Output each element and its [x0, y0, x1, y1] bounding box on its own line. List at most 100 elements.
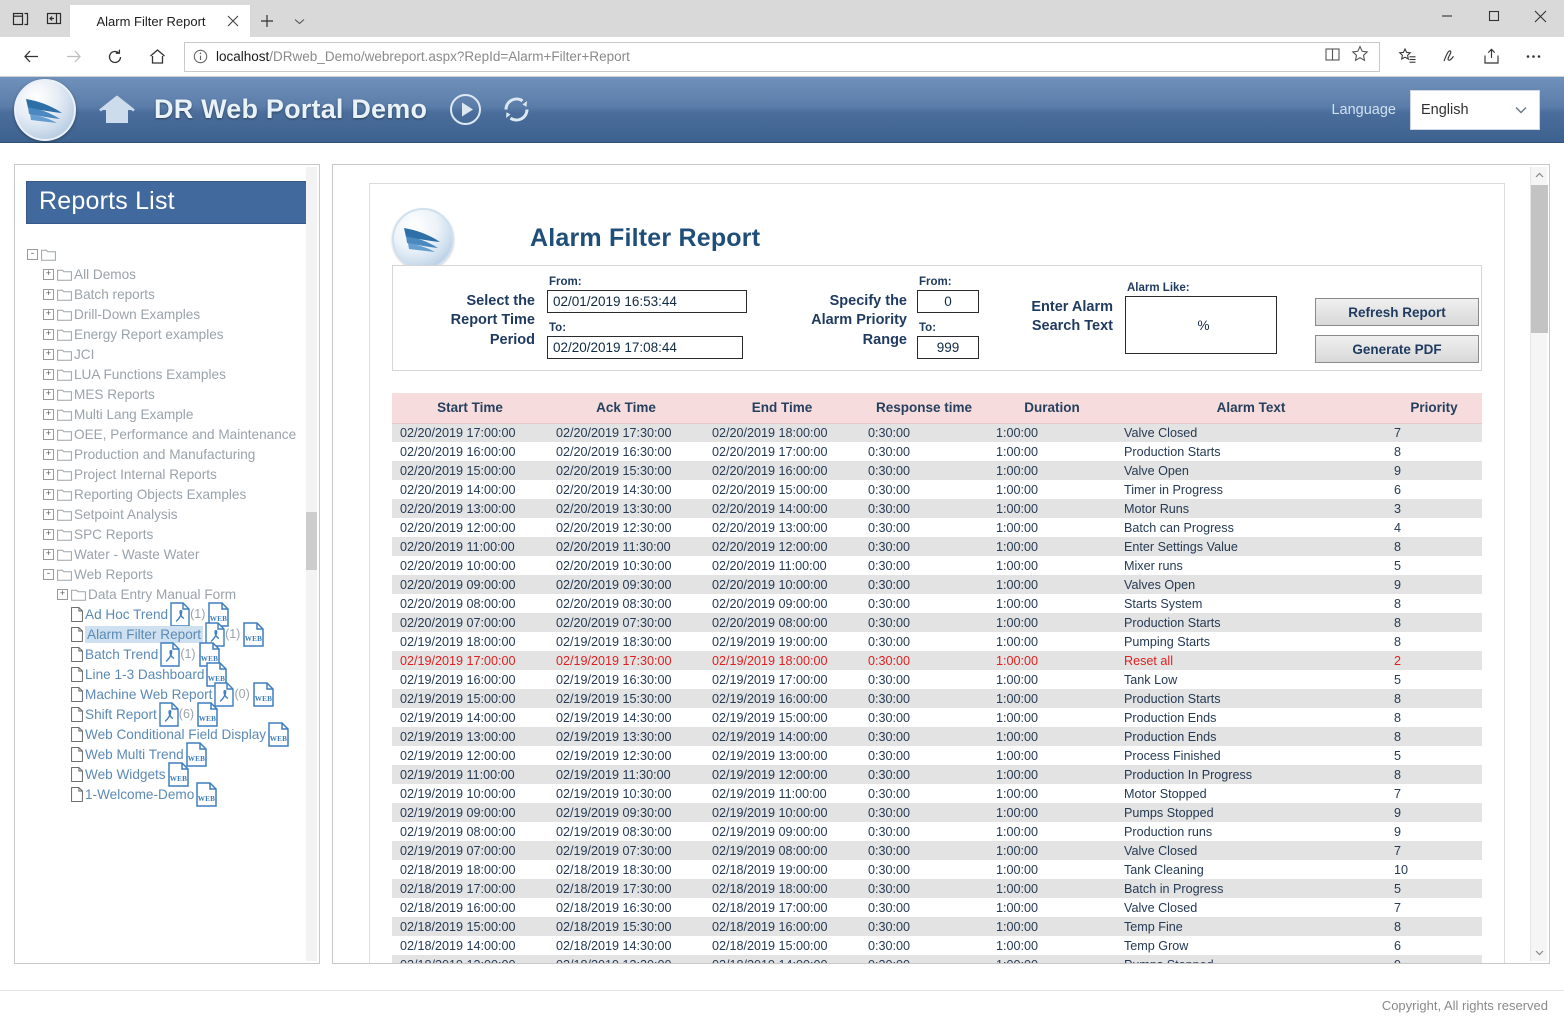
table-row[interactable]: 02/19/2019 14:00:0002/19/2019 14:30:0002…: [392, 708, 1482, 727]
back-arrow-icon[interactable]: [10, 40, 52, 74]
table-row[interactable]: 02/19/2019 13:00:0002/19/2019 13:30:0002…: [392, 727, 1482, 746]
tree-report-node[interactable]: Batch Trend(1)WEB: [27, 644, 319, 664]
table-row[interactable]: 02/20/2019 14:00:0002/20/2019 14:30:0002…: [392, 480, 1482, 499]
expand-icon[interactable]: +: [43, 409, 54, 420]
close-icon[interactable]: [1517, 0, 1564, 32]
tree-folder-node[interactable]: +Drill-Down Examples: [27, 304, 319, 324]
tree-report-node[interactable]: Web WidgetsWEB: [27, 764, 319, 784]
pdf-file-icon[interactable]: [160, 642, 180, 667]
new-tab-button[interactable]: [250, 5, 284, 37]
expand-icon[interactable]: +: [43, 529, 54, 540]
browser-tab[interactable]: Alarm Filter Report: [70, 5, 250, 37]
reports-tree[interactable]: - +All Demos+Batch reports+Drill-Down Exa…: [15, 230, 319, 963]
table-row[interactable]: 02/19/2019 12:00:0002/19/2019 12:30:0002…: [392, 746, 1482, 765]
tree-report-node[interactable]: Ad Hoc Trend(1)WEB: [27, 604, 319, 624]
expand-icon[interactable]: +: [43, 289, 54, 300]
share-icon[interactable]: [1470, 40, 1512, 74]
table-row[interactable]: 02/18/2019 18:00:0002/18/2019 18:30:0002…: [392, 860, 1482, 879]
pdf-file-icon[interactable]: [159, 702, 179, 727]
expand-icon[interactable]: +: [43, 549, 54, 560]
column-header[interactable]: Ack Time: [548, 393, 704, 423]
web-file-icon[interactable]: WEB: [197, 702, 218, 727]
favorites-list-icon[interactable]: [1386, 40, 1428, 74]
priority-from-input[interactable]: 0: [917, 290, 979, 313]
minimize-icon[interactable]: [1423, 0, 1470, 32]
tab-preview-icon[interactable]: [10, 9, 30, 29]
web-file-icon[interactable]: WEB: [168, 762, 189, 787]
table-row[interactable]: 02/20/2019 07:00:0002/20/2019 07:30:0002…: [392, 613, 1482, 632]
tree-folder-node[interactable]: +All Demos: [27, 264, 319, 284]
collapse-icon[interactable]: -: [27, 249, 38, 260]
expand-icon[interactable]: +: [43, 369, 54, 380]
star-icon[interactable]: [1351, 45, 1369, 68]
tree-folder-node[interactable]: -Web Reports: [27, 564, 319, 584]
table-row[interactable]: 02/19/2019 08:00:0002/19/2019 08:30:0002…: [392, 822, 1482, 841]
report-scrollbar[interactable]: [1530, 167, 1547, 961]
table-row[interactable]: 02/19/2019 10:00:0002/19/2019 10:30:0002…: [392, 784, 1482, 803]
expand-icon[interactable]: +: [43, 309, 54, 320]
table-row[interactable]: 02/20/2019 08:00:0002/20/2019 08:30:0002…: [392, 594, 1482, 613]
language-select[interactable]: English: [1410, 90, 1540, 130]
table-row[interactable]: 02/18/2019 15:00:0002/18/2019 15:30:0002…: [392, 917, 1482, 936]
tree-folder-node[interactable]: +Water - Waste Water: [27, 544, 319, 564]
expand-icon[interactable]: +: [43, 449, 54, 460]
table-row[interactable]: 02/20/2019 13:00:0002/20/2019 13:30:0002…: [392, 499, 1482, 518]
table-row[interactable]: 02/20/2019 16:00:0002/20/2019 16:30:0002…: [392, 442, 1482, 461]
column-header[interactable]: Duration: [988, 393, 1116, 423]
refresh-report-button[interactable]: Refresh Report: [1315, 298, 1479, 326]
expand-icon[interactable]: +: [57, 589, 68, 600]
tree-folder-node[interactable]: +Project Internal Reports: [27, 464, 319, 484]
tree-folder-node[interactable]: +Setpoint Analysis: [27, 504, 319, 524]
ellipsis-icon[interactable]: [1512, 40, 1554, 74]
tree-report-node[interactable]: Web Conditional Field DisplayWEB: [27, 724, 319, 744]
priority-to-input[interactable]: 999: [917, 336, 979, 359]
chevron-down-icon[interactable]: [284, 5, 314, 37]
sidebar-scrollbar-thumb[interactable]: [306, 512, 317, 570]
alarm-like-input[interactable]: %: [1125, 296, 1277, 354]
expand-icon[interactable]: +: [43, 509, 54, 520]
pdf-file-icon[interactable]: [170, 602, 190, 627]
column-header[interactable]: Response time: [860, 393, 988, 423]
generate-pdf-button[interactable]: Generate PDF: [1315, 335, 1479, 363]
tree-folder-node[interactable]: +Production and Manufacturing: [27, 444, 319, 464]
table-row[interactable]: 02/18/2019 16:00:0002/18/2019 16:30:0002…: [392, 898, 1482, 917]
web-file-icon[interactable]: WEB: [253, 682, 274, 707]
column-header[interactable]: End Time: [704, 393, 860, 423]
table-row[interactable]: 02/19/2019 11:00:0002/19/2019 11:30:0002…: [392, 765, 1482, 784]
scroll-down-arrow-icon[interactable]: [1531, 944, 1548, 961]
play-circle-icon[interactable]: [449, 93, 482, 126]
table-row[interactable]: 02/20/2019 09:00:0002/20/2019 09:30:0002…: [392, 575, 1482, 594]
time-from-input[interactable]: 02/01/2019 16:53:44: [547, 290, 747, 313]
tree-report-node[interactable]: Line 1-3 DashboardWEB: [27, 664, 319, 684]
pen-icon[interactable]: [1428, 40, 1470, 74]
report-scrollbar-thumb[interactable]: [1531, 185, 1548, 333]
expand-icon[interactable]: +: [43, 469, 54, 480]
table-row[interactable]: 02/18/2019 13:00:0002/18/2019 13:30:0002…: [392, 955, 1482, 963]
tree-report-node[interactable]: 1-Welcome-DemoWEB: [27, 784, 319, 804]
home-icon[interactable]: [136, 40, 178, 74]
tree-folder-node[interactable]: +Energy Report examples: [27, 324, 319, 344]
tree-folder-node[interactable]: +MES Reports: [27, 384, 319, 404]
close-icon[interactable]: [224, 12, 242, 30]
book-icon[interactable]: [1324, 46, 1341, 68]
address-bar[interactable]: localhost/DRweb_Demo/webreport.aspx?RepI…: [184, 42, 1380, 72]
table-row[interactable]: 02/20/2019 11:00:0002/20/2019 11:30:0002…: [392, 537, 1482, 556]
table-row[interactable]: 02/19/2019 15:00:0002/19/2019 15:30:0002…: [392, 689, 1482, 708]
expand-icon[interactable]: +: [43, 489, 54, 500]
refresh-icon[interactable]: [500, 93, 533, 126]
web-file-icon[interactable]: WEB: [196, 782, 217, 807]
table-row[interactable]: 02/20/2019 10:00:0002/20/2019 10:30:0002…: [392, 556, 1482, 575]
expand-icon[interactable]: +: [43, 429, 54, 440]
expand-icon[interactable]: +: [43, 329, 54, 340]
table-row[interactable]: 02/20/2019 15:00:0002/20/2019 15:30:0002…: [392, 461, 1482, 480]
column-header[interactable]: Priority: [1386, 393, 1482, 423]
web-file-icon[interactable]: WEB: [186, 742, 207, 767]
table-row[interactable]: 02/19/2019 09:00:0002/19/2019 09:30:0002…: [392, 803, 1482, 822]
collapse-icon[interactable]: -: [43, 569, 54, 580]
tree-folder-node[interactable]: +JCI: [27, 344, 319, 364]
table-row[interactable]: 02/19/2019 07:00:0002/19/2019 07:30:0002…: [392, 841, 1482, 860]
scroll-up-arrow-icon[interactable]: [1531, 167, 1548, 184]
tree-folder-node[interactable]: +Batch reports: [27, 284, 319, 304]
refresh-icon[interactable]: [94, 40, 136, 74]
table-row[interactable]: 02/19/2019 16:00:0002/19/2019 16:30:0002…: [392, 670, 1482, 689]
